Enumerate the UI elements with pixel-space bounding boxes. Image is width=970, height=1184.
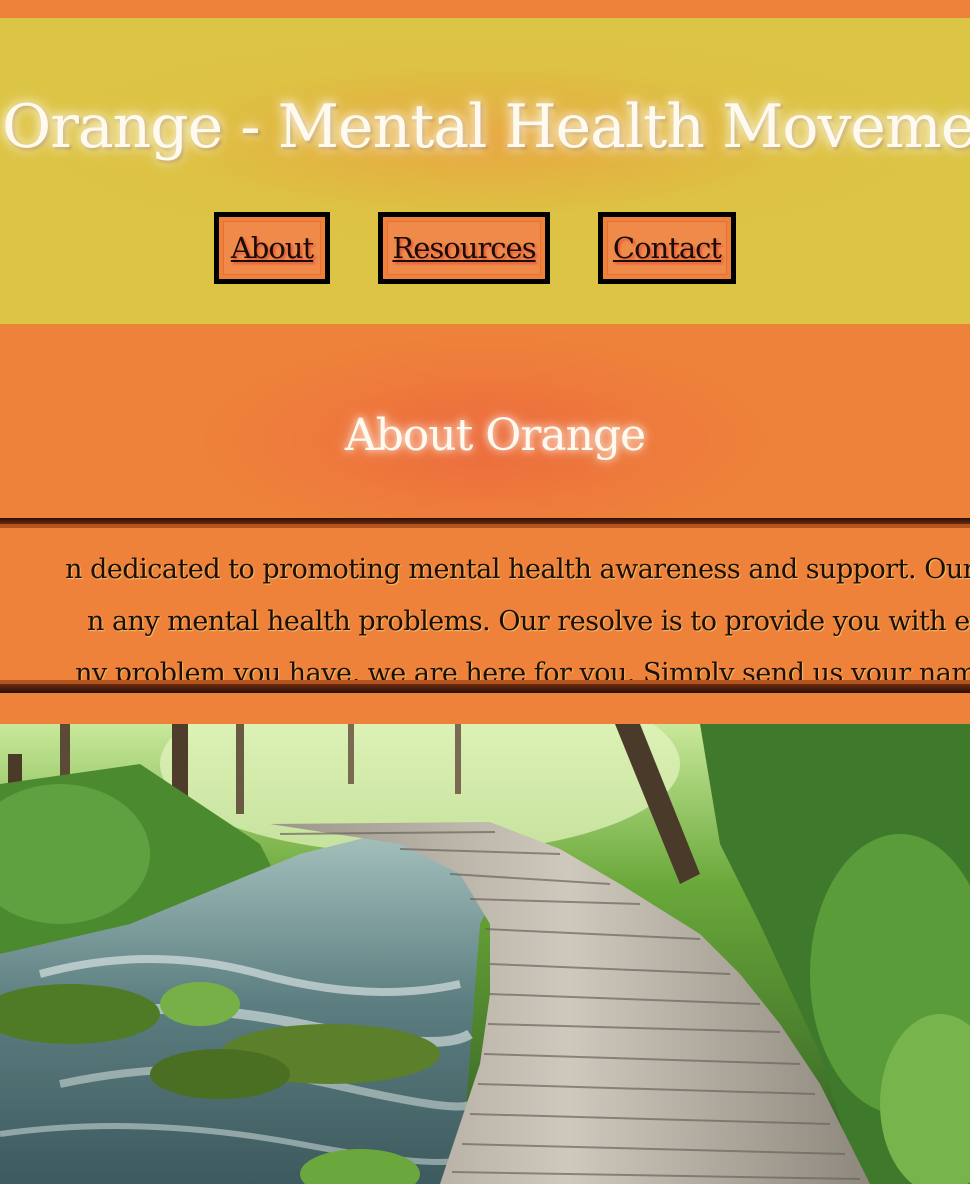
site-title: Orange - Mental Health Movement [2, 92, 970, 162]
about-paragraph: n dedicated to promoting mental health a… [65, 544, 970, 680]
gap-strip [0, 694, 970, 724]
nav-button-about-inner: About [219, 217, 325, 279]
about-text-body: n dedicated to promoting mental health a… [0, 528, 970, 680]
nav-button-resources-inner: Resources [383, 217, 545, 279]
about-heading: About Orange [344, 410, 646, 461]
about-text-band: n dedicated to promoting mental health a… [0, 518, 970, 694]
band-border-bottom [0, 684, 970, 693]
about-line-3: ny problem you have, we are here for you… [75, 658, 970, 680]
nav-button-resources[interactable]: Resources [378, 212, 550, 284]
nav-button-about[interactable]: About [214, 212, 330, 284]
top-strip [0, 0, 970, 18]
nav-button-contact[interactable]: Contact [598, 212, 736, 284]
about-line-1: n dedicated to promoting mental health a… [65, 554, 970, 585]
hero-image [0, 724, 970, 1184]
nav-link-about[interactable]: About [231, 231, 314, 265]
nav-link-resources[interactable]: Resources [392, 231, 536, 265]
nav-link-contact[interactable]: Contact [613, 231, 722, 265]
forest-boardwalk-illustration [0, 724, 970, 1184]
nav-button-contact-inner: Contact [603, 217, 731, 279]
site-header: Orange - Mental Health Movement About Re… [0, 18, 970, 324]
about-line-2: n any mental health problems. Our resolv… [87, 606, 970, 637]
